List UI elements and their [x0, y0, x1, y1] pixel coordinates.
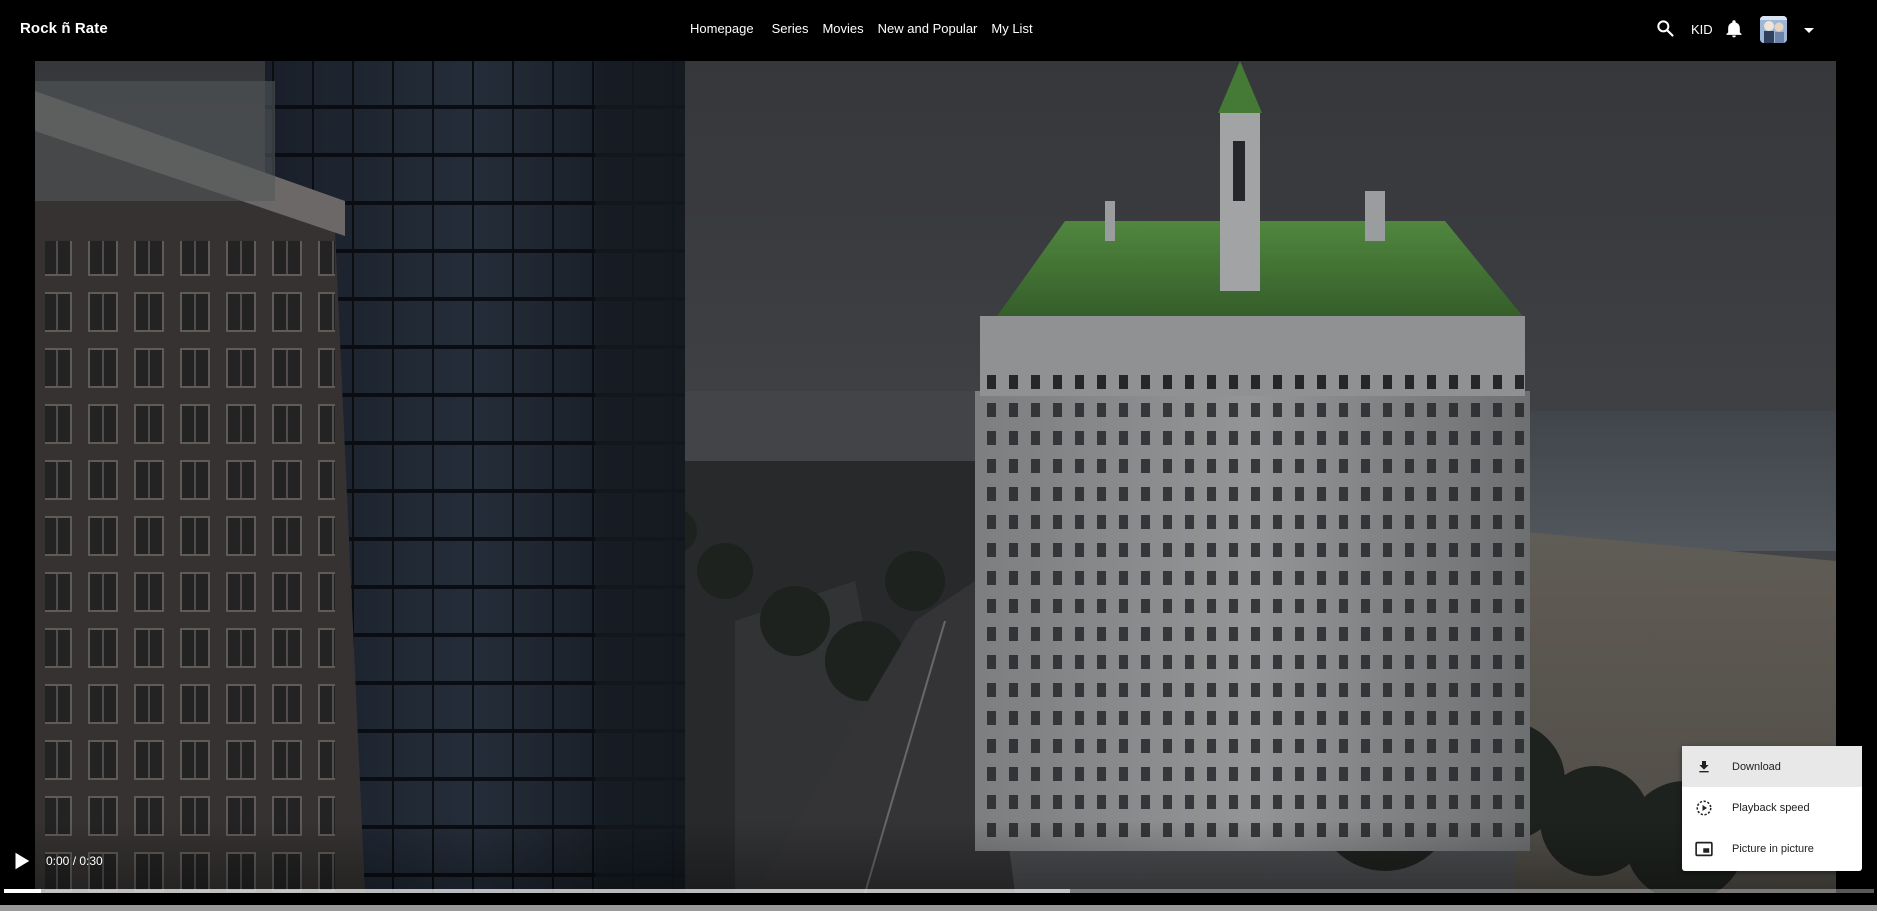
progress-bar[interactable] [4, 889, 1874, 893]
nav-item-movies[interactable]: Movies [822, 21, 863, 36]
menu-item-label: Playback speed [1732, 801, 1810, 814]
main-nav: Homepage Series Movies New and Popular M… [690, 21, 1033, 36]
player-options-menu: Download Playback speed Picture in pictu… [1682, 746, 1862, 871]
profile-kid-link[interactable]: KID [1691, 22, 1713, 37]
menu-item-label: Download [1732, 760, 1781, 773]
playback-speed-icon [1694, 798, 1714, 818]
menu-item-picture-in-picture[interactable]: Picture in picture [1682, 828, 1862, 869]
time-display: 0:00 / 0:30 [46, 854, 103, 868]
play-icon[interactable] [10, 850, 32, 872]
picture-in-picture-icon [1694, 839, 1714, 859]
nav-item-my-list[interactable]: My List [991, 21, 1032, 36]
controls-overlay [0, 820, 1877, 900]
search-icon[interactable] [1655, 18, 1675, 43]
bell-icon[interactable] [1724, 18, 1744, 45]
caret-down-icon[interactable] [1802, 22, 1816, 40]
progress-buffered [4, 889, 1070, 893]
menu-item-playback-speed[interactable]: Playback speed [1682, 787, 1862, 828]
download-icon [1694, 757, 1714, 777]
page-bottom-strip [0, 905, 1877, 911]
video-player[interactable] [35, 61, 1836, 893]
avatar[interactable] [1760, 16, 1787, 43]
top-navigation-bar: Rock ñ Rate Homepage Series Movies New a… [0, 0, 1877, 60]
menu-item-download[interactable]: Download [1682, 746, 1862, 787]
brand-logo[interactable]: Rock ñ Rate [20, 20, 108, 37]
nav-item-series[interactable]: Series [772, 21, 809, 36]
progress-played [4, 889, 42, 893]
nav-item-homepage[interactable]: Homepage [690, 21, 754, 36]
menu-item-label: Picture in picture [1732, 842, 1814, 855]
nav-item-new-and-popular[interactable]: New and Popular [878, 21, 978, 36]
video-frame-image [35, 61, 1836, 893]
